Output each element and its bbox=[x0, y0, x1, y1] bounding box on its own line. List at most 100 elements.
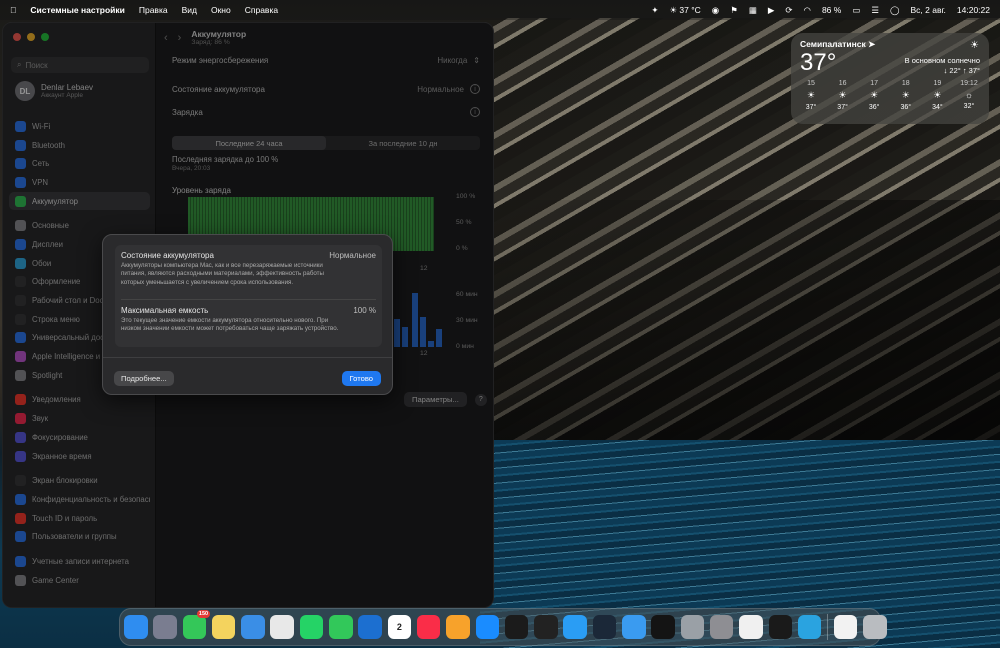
grid-icon[interactable]: ▦ bbox=[749, 5, 757, 16]
dock: 150 2 bbox=[119, 608, 887, 646]
weather-description: В основном солнечно bbox=[904, 56, 980, 65]
terminal-app-icon[interactable] bbox=[504, 615, 529, 639]
weather-hour-time: 16 bbox=[838, 80, 847, 87]
messages-icon[interactable]: 150 bbox=[182, 610, 211, 639]
facetime-icon[interactable] bbox=[329, 615, 353, 639]
health-item: Состояние аккумулятора Нормальное Аккумул… bbox=[121, 251, 376, 287]
menu-view[interactable]: Вид bbox=[182, 5, 197, 15]
sun-icon: ☀ bbox=[838, 90, 847, 100]
whatsapp-icon[interactable] bbox=[299, 615, 324, 639]
weather-range: ↓ 22° ↑ 37° bbox=[943, 66, 980, 76]
perplexity-icon[interactable] bbox=[739, 615, 763, 639]
battery-percent[interactable]: 86 % bbox=[822, 5, 841, 15]
record-icon[interactable]: ◉ bbox=[712, 5, 719, 16]
wifi-icon[interactable]: ◠ bbox=[804, 5, 811, 16]
health-description: Аккумуляторы компьютера Mac, как и все п… bbox=[121, 262, 324, 286]
capacity-item: Максимальная емкость 100 % Это текущее зн… bbox=[121, 306, 376, 334]
telegram-icon[interactable] bbox=[797, 615, 822, 639]
menu-bar:  Системные настройки Правка Вид Окно Сп… bbox=[0, 0, 1000, 20]
launchpad-icon[interactable] bbox=[153, 615, 177, 639]
weather-icon[interactable] bbox=[241, 615, 265, 639]
menubar-time[interactable]: 14:20:22 bbox=[957, 5, 990, 15]
dock-divider bbox=[827, 614, 829, 640]
wallpaper-shade bbox=[480, 200, 1000, 460]
sheet-card: Состояние аккумулятора Нормальное Аккумул… bbox=[115, 245, 382, 347]
location-arrow-icon: ➤ bbox=[868, 39, 876, 49]
weather-hour-time: 17 bbox=[870, 80, 879, 87]
control-center-icon[interactable]: ☰ bbox=[871, 5, 879, 16]
battery-health-sheet: Состояние аккумулятора Нормальное Аккумул… bbox=[102, 234, 393, 395]
user-icon[interactable]: ◯ bbox=[890, 5, 900, 16]
notification-badge: 150 bbox=[196, 610, 211, 619]
sunflower-icon[interactable] bbox=[768, 615, 793, 639]
sparkle-icon[interactable]: ✦ bbox=[651, 5, 658, 16]
system-settings-icon[interactable] bbox=[709, 615, 734, 639]
app-store-icon[interactable] bbox=[475, 615, 500, 639]
app-menu[interactable]: Системные настройки bbox=[30, 5, 124, 15]
divider bbox=[103, 357, 392, 358]
sun-icon: ☀ bbox=[933, 90, 942, 100]
capacity-value: 100 % bbox=[353, 306, 376, 315]
calendar-day: 2 bbox=[396, 622, 402, 632]
steam-icon[interactable] bbox=[592, 615, 617, 639]
sun-icon: ☀ bbox=[806, 90, 816, 100]
finder-icon[interactable] bbox=[124, 615, 148, 639]
sun-icon: ☀ bbox=[870, 90, 879, 100]
disk-utility-icon[interactable] bbox=[680, 615, 705, 639]
health-title: Состояние аккумулятора bbox=[121, 251, 214, 260]
flag-icon[interactable]: ⚑ bbox=[730, 5, 738, 16]
weather-hourly: 15 ☀ 37° 16 ☀ 37° 17 ☀ 36° 18 ☀ 36° 19 ☀ 34° 19:12 ☼ 32° bbox=[797, 80, 983, 111]
weather-hour-temp: 34° bbox=[932, 104, 943, 111]
weather-hour-temp: 36° bbox=[868, 104, 880, 111]
menu-help[interactable]: Справка bbox=[245, 5, 278, 15]
weather-temp: 37° bbox=[800, 49, 837, 76]
menubar-weather[interactable]: ☀ 37 °C bbox=[669, 5, 700, 16]
refresh-icon[interactable]: ⟳ bbox=[785, 5, 792, 16]
sun-icon: ☀ bbox=[970, 40, 979, 51]
weather-hour: 19:12 ☼ 32° bbox=[955, 80, 983, 111]
photos-icon[interactable] bbox=[270, 615, 294, 639]
weather-hour: 16 ☀ 37° bbox=[829, 80, 857, 111]
freeform-icon[interactable] bbox=[358, 615, 382, 639]
divider bbox=[121, 299, 376, 300]
calendar-icon[interactable]: 2 bbox=[387, 615, 412, 639]
safari-icon[interactable] bbox=[563, 615, 587, 639]
menu-edit[interactable]: Правка bbox=[139, 5, 168, 15]
weather-city-name: Семипалатинск bbox=[800, 39, 866, 49]
weather-hour: 18 ☀ 36° bbox=[892, 80, 920, 111]
weather-hour-temp: 32° bbox=[963, 103, 975, 110]
weather-hour-temp: 37° bbox=[837, 104, 848, 111]
speedtest-icon[interactable] bbox=[651, 615, 675, 639]
weather-hour-time: 19:12 bbox=[960, 80, 978, 87]
weather-widget[interactable]: Семипалатинск ➤ 37° ☀ В основном солнечн… bbox=[791, 33, 989, 124]
pages-icon[interactable] bbox=[446, 615, 470, 639]
weather-hour-time: 15 bbox=[807, 80, 815, 87]
capacity-title: Максимальная емкость bbox=[121, 306, 209, 315]
sun-icon: ☀ bbox=[901, 90, 910, 100]
play-icon[interactable]: ▶ bbox=[768, 5, 775, 16]
menubar-weather-temp: 37 °C bbox=[679, 4, 701, 15]
notes-icon[interactable] bbox=[211, 615, 236, 639]
menu-window[interactable]: Окно bbox=[211, 5, 231, 15]
battery-icon[interactable]: ▭ bbox=[852, 5, 860, 16]
sunset-icon: ☼ bbox=[964, 90, 974, 100]
weather-hour: 19 ☀ 34° bbox=[923, 80, 951, 111]
menubar-date[interactable]: Вс, 2 авг. bbox=[911, 5, 946, 15]
weather-hour-time: 18 bbox=[901, 80, 910, 87]
weather-hour: 15 ☀ 37° bbox=[797, 80, 825, 111]
trash-icon[interactable] bbox=[863, 615, 887, 639]
capacity-description: Это текущее значение емкости аккумулятор… bbox=[121, 317, 339, 333]
activity-icon[interactable] bbox=[534, 615, 558, 639]
mail-icon[interactable] bbox=[622, 615, 646, 639]
weather-desc-block: В основном солнечно ↓ 22° ↑ 37° bbox=[905, 56, 980, 76]
recent-document-icon[interactable] bbox=[833, 615, 858, 639]
more-info-button[interactable]: Подробнее... bbox=[114, 371, 174, 386]
weather-hour: 17 ☀ 36° bbox=[860, 80, 888, 111]
music-icon[interactable] bbox=[416, 615, 441, 639]
health-value: Нормальное bbox=[329, 251, 376, 260]
weather-hour-time: 19 bbox=[933, 80, 942, 87]
apple-menu-icon[interactable]:  bbox=[10, 5, 16, 15]
weather-hour-temp: 36° bbox=[900, 104, 912, 111]
weather-hour-temp: 37° bbox=[805, 104, 817, 111]
done-button[interactable]: Готово bbox=[341, 371, 381, 386]
